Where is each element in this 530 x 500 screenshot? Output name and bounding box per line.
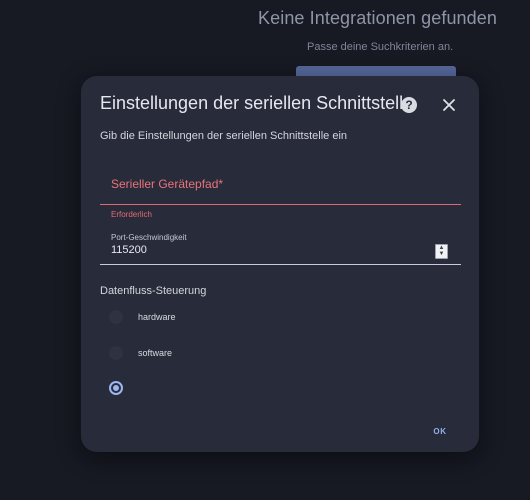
- flow-control-title: Datenfluss-Steuerung: [100, 285, 207, 297]
- radio-dot-icon: [113, 385, 119, 391]
- flow-control-option-none[interactable]: [109, 379, 269, 399]
- serial-device-path-label: Serieller Gerätepfad*: [111, 177, 224, 191]
- no-integrations-title: Keine Integrationen gefunden: [258, 8, 497, 28]
- dialog-description: Gib die Einstellungen der seriellen Schn…: [100, 130, 348, 142]
- close-icon[interactable]: [439, 95, 459, 115]
- question-mark-icon[interactable]: ?: [401, 97, 417, 113]
- port-speed-stepper[interactable]: ▲ ▼: [435, 244, 448, 259]
- serial-device-path-input[interactable]: Serieller Gerätepfad*: [100, 166, 461, 205]
- radio-button[interactable]: [109, 310, 123, 324]
- port-speed-label: Port-Geschwindigkeit: [111, 233, 187, 242]
- ok-button[interactable]: OK: [428, 425, 452, 439]
- radio-label: hardware: [138, 312, 176, 322]
- radio-button-selected[interactable]: [109, 381, 123, 395]
- port-speed-input[interactable]: Port-Geschwindigkeit 115200 ▲ ▼: [100, 226, 461, 265]
- flow-control-option-software[interactable]: software: [109, 344, 269, 364]
- radio-label: software: [138, 348, 173, 358]
- serial-device-path-error: Erforderlich: [111, 210, 152, 219]
- no-integrations-subtitle: Passe deine Suchkriterien an.: [307, 41, 454, 53]
- serial-settings-dialog: Einstellungen der seriellen Schnittstell…: [81, 76, 479, 452]
- port-speed-value: 115200: [111, 244, 147, 256]
- stepper-down-icon[interactable]: ▼: [436, 251, 447, 257]
- radio-button[interactable]: [109, 346, 123, 360]
- dialog-title: Einstellungen der seriellen Schnittstell…: [100, 93, 414, 113]
- flow-control-option-hardware[interactable]: hardware: [109, 308, 269, 328]
